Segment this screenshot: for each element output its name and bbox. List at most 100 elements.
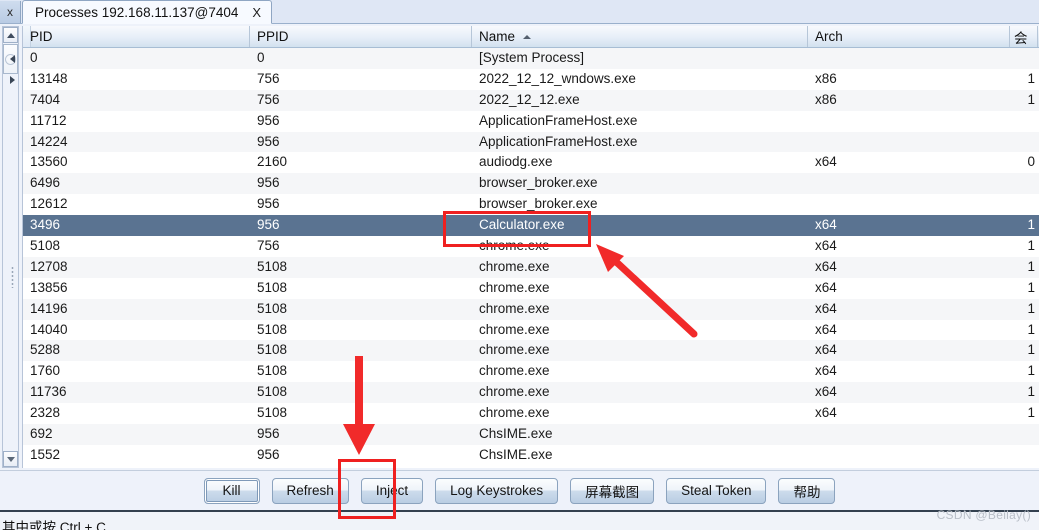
table-row[interactable]: 11736 5108 chrome.exe x64 1 bbox=[23, 382, 1039, 404]
table-row[interactable]: 14196 5108 chrome.exe x64 1 bbox=[23, 298, 1039, 320]
table-row[interactable]: 13560 2160 audiodg.exe x64 0 bbox=[23, 152, 1039, 174]
cell-arch: x86 bbox=[815, 91, 837, 107]
cell-ppid: 956 bbox=[257, 175, 280, 191]
cell-name: Calculator.exe bbox=[479, 217, 565, 233]
column-header-session-label: 会 bbox=[1014, 30, 1028, 46]
header-grip[interactable] bbox=[23, 26, 31, 47]
cell-name: audiodg.exe bbox=[479, 154, 553, 170]
column-header-ppid-label: PPID bbox=[257, 29, 289, 44]
refresh-button[interactable]: Refresh bbox=[271, 477, 349, 504]
cell-name: chrome.exe bbox=[479, 258, 550, 274]
vertical-scrollbar[interactable] bbox=[2, 26, 19, 468]
cell-ppid: 956 bbox=[257, 112, 280, 128]
cell-name: chrome.exe bbox=[479, 300, 550, 316]
kill-button[interactable]: Kill bbox=[203, 477, 260, 504]
table-row[interactable]: 1760 5108 chrome.exe x64 1 bbox=[23, 361, 1039, 383]
cell-pid: 5108 bbox=[30, 238, 61, 254]
table-row[interactable]: 692 956 ChsIME.exe bbox=[23, 424, 1039, 445]
process-table: PID PPID Name Arch 会 0 0 [System Process] 1… bbox=[22, 26, 1039, 468]
cell-ppid: 5108 bbox=[257, 384, 288, 400]
table-row[interactable]: 11712 956 ApplicationFrameHost.exe bbox=[23, 110, 1039, 132]
cell-ppid: 0 bbox=[257, 50, 265, 65]
column-header-name[interactable]: Name bbox=[472, 26, 808, 47]
cell-pid: 5288 bbox=[30, 342, 61, 358]
table-row[interactable]: 5108 756 chrome.exe x64 1 bbox=[23, 236, 1039, 257]
cell-ppid: 5108 bbox=[257, 363, 288, 379]
cell-name: chrome.exe bbox=[479, 342, 550, 358]
column-header-session[interactable]: 会 bbox=[1010, 26, 1038, 47]
cell-pid: 3496 bbox=[30, 217, 61, 233]
cell-ppid: 956 bbox=[257, 217, 280, 233]
table-row[interactable]: 14040 5108 chrome.exe x64 1 bbox=[23, 319, 1039, 341]
table-row[interactable]: 13148 756 2022_12_12_wndows.exe x86 1 bbox=[23, 68, 1039, 90]
cell-extra: 1 bbox=[1027, 384, 1035, 400]
cell-extra bbox=[1010, 111, 1038, 132]
column-header-pid[interactable]: PID bbox=[23, 26, 250, 47]
cell-extra: 1 bbox=[1027, 70, 1035, 86]
cell-arch: x64 bbox=[815, 300, 837, 316]
cell-extra: 1 bbox=[1027, 279, 1035, 295]
content-area: PID PPID Name Arch 会 0 0 [System Process] 1… bbox=[0, 24, 1039, 470]
table-row[interactable]: 5288 5108 chrome.exe x64 1 bbox=[23, 340, 1039, 362]
table-row[interactable]: 2328 5108 chrome.exe x64 1 bbox=[23, 403, 1039, 425]
tab-left-stub[interactable]: x bbox=[0, 1, 21, 23]
cell-extra bbox=[1010, 132, 1038, 153]
scroll-up-button[interactable] bbox=[3, 27, 18, 43]
tab-processes[interactable]: Processes 192.168.11.137@7404 X bbox=[22, 0, 273, 24]
inject-button[interactable]: Inject bbox=[360, 477, 424, 504]
table-row[interactable]: 12708 5108 chrome.exe x64 1 bbox=[23, 256, 1039, 278]
watermark: CSDN @Beilay() bbox=[936, 508, 1031, 522]
cell-name: 2022_12_12_wndows.exe bbox=[479, 70, 636, 86]
column-header-ppid[interactable]: PPID bbox=[250, 26, 472, 47]
cell-extra: 0 bbox=[1027, 154, 1035, 170]
table-row[interactable]: 0 0 [System Process] bbox=[23, 48, 1039, 69]
process-browser-window: x Processes 192.168.11.137@7404 X PID PP… bbox=[0, 0, 1039, 530]
column-header-arch[interactable]: Arch bbox=[808, 26, 1010, 47]
table-row[interactable]: 7404 756 2022_12_12.exe x86 1 bbox=[23, 89, 1039, 111]
table-header-row: PID PPID Name Arch 会 bbox=[23, 26, 1039, 48]
cell-ppid: 5108 bbox=[257, 321, 288, 337]
cell-arch: x64 bbox=[815, 154, 837, 170]
table-row[interactable]: 1552 956 ChsIME.exe bbox=[23, 444, 1039, 466]
cell-extra: 1 bbox=[1027, 258, 1035, 274]
chevron-down-icon bbox=[6, 456, 15, 462]
cell-ppid: 5108 bbox=[257, 300, 288, 316]
status-text: 其中或按 Ctrl + C bbox=[2, 520, 106, 530]
tab-title: Processes 192.168.11.137@7404 bbox=[35, 4, 239, 20]
cell-name: ApplicationFrameHost.exe bbox=[479, 112, 638, 128]
action-button-bar: Kill Refresh Inject Log Keystrokes 屏幕截图 Steal… bbox=[0, 470, 1039, 510]
cell-pid: 1760 bbox=[30, 363, 61, 379]
column-scroll-left-icon[interactable] bbox=[10, 55, 15, 63]
cell-pid: 1552 bbox=[30, 446, 61, 462]
cell-name: chrome.exe bbox=[479, 384, 550, 400]
cell-arch: x64 bbox=[815, 217, 837, 233]
table-row[interactable]: 12612 956 browser_broker.exe bbox=[23, 194, 1039, 216]
table-row[interactable]: 3496 956 Calculator.exe x64 1 bbox=[23, 215, 1039, 237]
help-button[interactable]: 帮助 bbox=[778, 477, 836, 504]
cell-extra: 1 bbox=[1027, 405, 1035, 421]
screenshot-button[interactable]: 屏幕截图 bbox=[570, 477, 655, 504]
cell-arch: x64 bbox=[815, 342, 837, 358]
cell-pid: 692 bbox=[30, 426, 53, 442]
cell-ppid: 5108 bbox=[257, 258, 288, 274]
table-row[interactable]: 14224 956 ApplicationFrameHost.exe bbox=[23, 131, 1039, 153]
log-keystrokes-button[interactable]: Log Keystrokes bbox=[435, 477, 559, 504]
cell-name: chrome.exe bbox=[479, 238, 550, 254]
cell-extra bbox=[1010, 424, 1038, 445]
cell-name: ChsIME.exe bbox=[479, 426, 553, 442]
cell-name: chrome.exe bbox=[479, 363, 550, 379]
table-row[interactable]: 13856 5108 chrome.exe x64 1 bbox=[23, 277, 1039, 299]
cell-name: chrome.exe bbox=[479, 279, 550, 295]
steal-token-button[interactable]: Steal Token bbox=[666, 477, 767, 504]
cell-arch: x86 bbox=[815, 70, 837, 86]
column-scroll-right-icon[interactable] bbox=[10, 76, 15, 84]
table-row[interactable]: 6496 956 browser_broker.exe bbox=[23, 173, 1039, 195]
cell-name: ChsIME.exe bbox=[479, 446, 553, 462]
close-icon[interactable]: X bbox=[252, 5, 261, 20]
row-resize-handle[interactable] bbox=[11, 266, 14, 288]
scroll-down-button[interactable] bbox=[3, 451, 18, 467]
cell-arch bbox=[808, 173, 1010, 194]
cell-arch bbox=[808, 111, 1010, 132]
cell-pid: 11712 bbox=[30, 112, 67, 128]
cell-extra: 1 bbox=[1027, 363, 1035, 379]
